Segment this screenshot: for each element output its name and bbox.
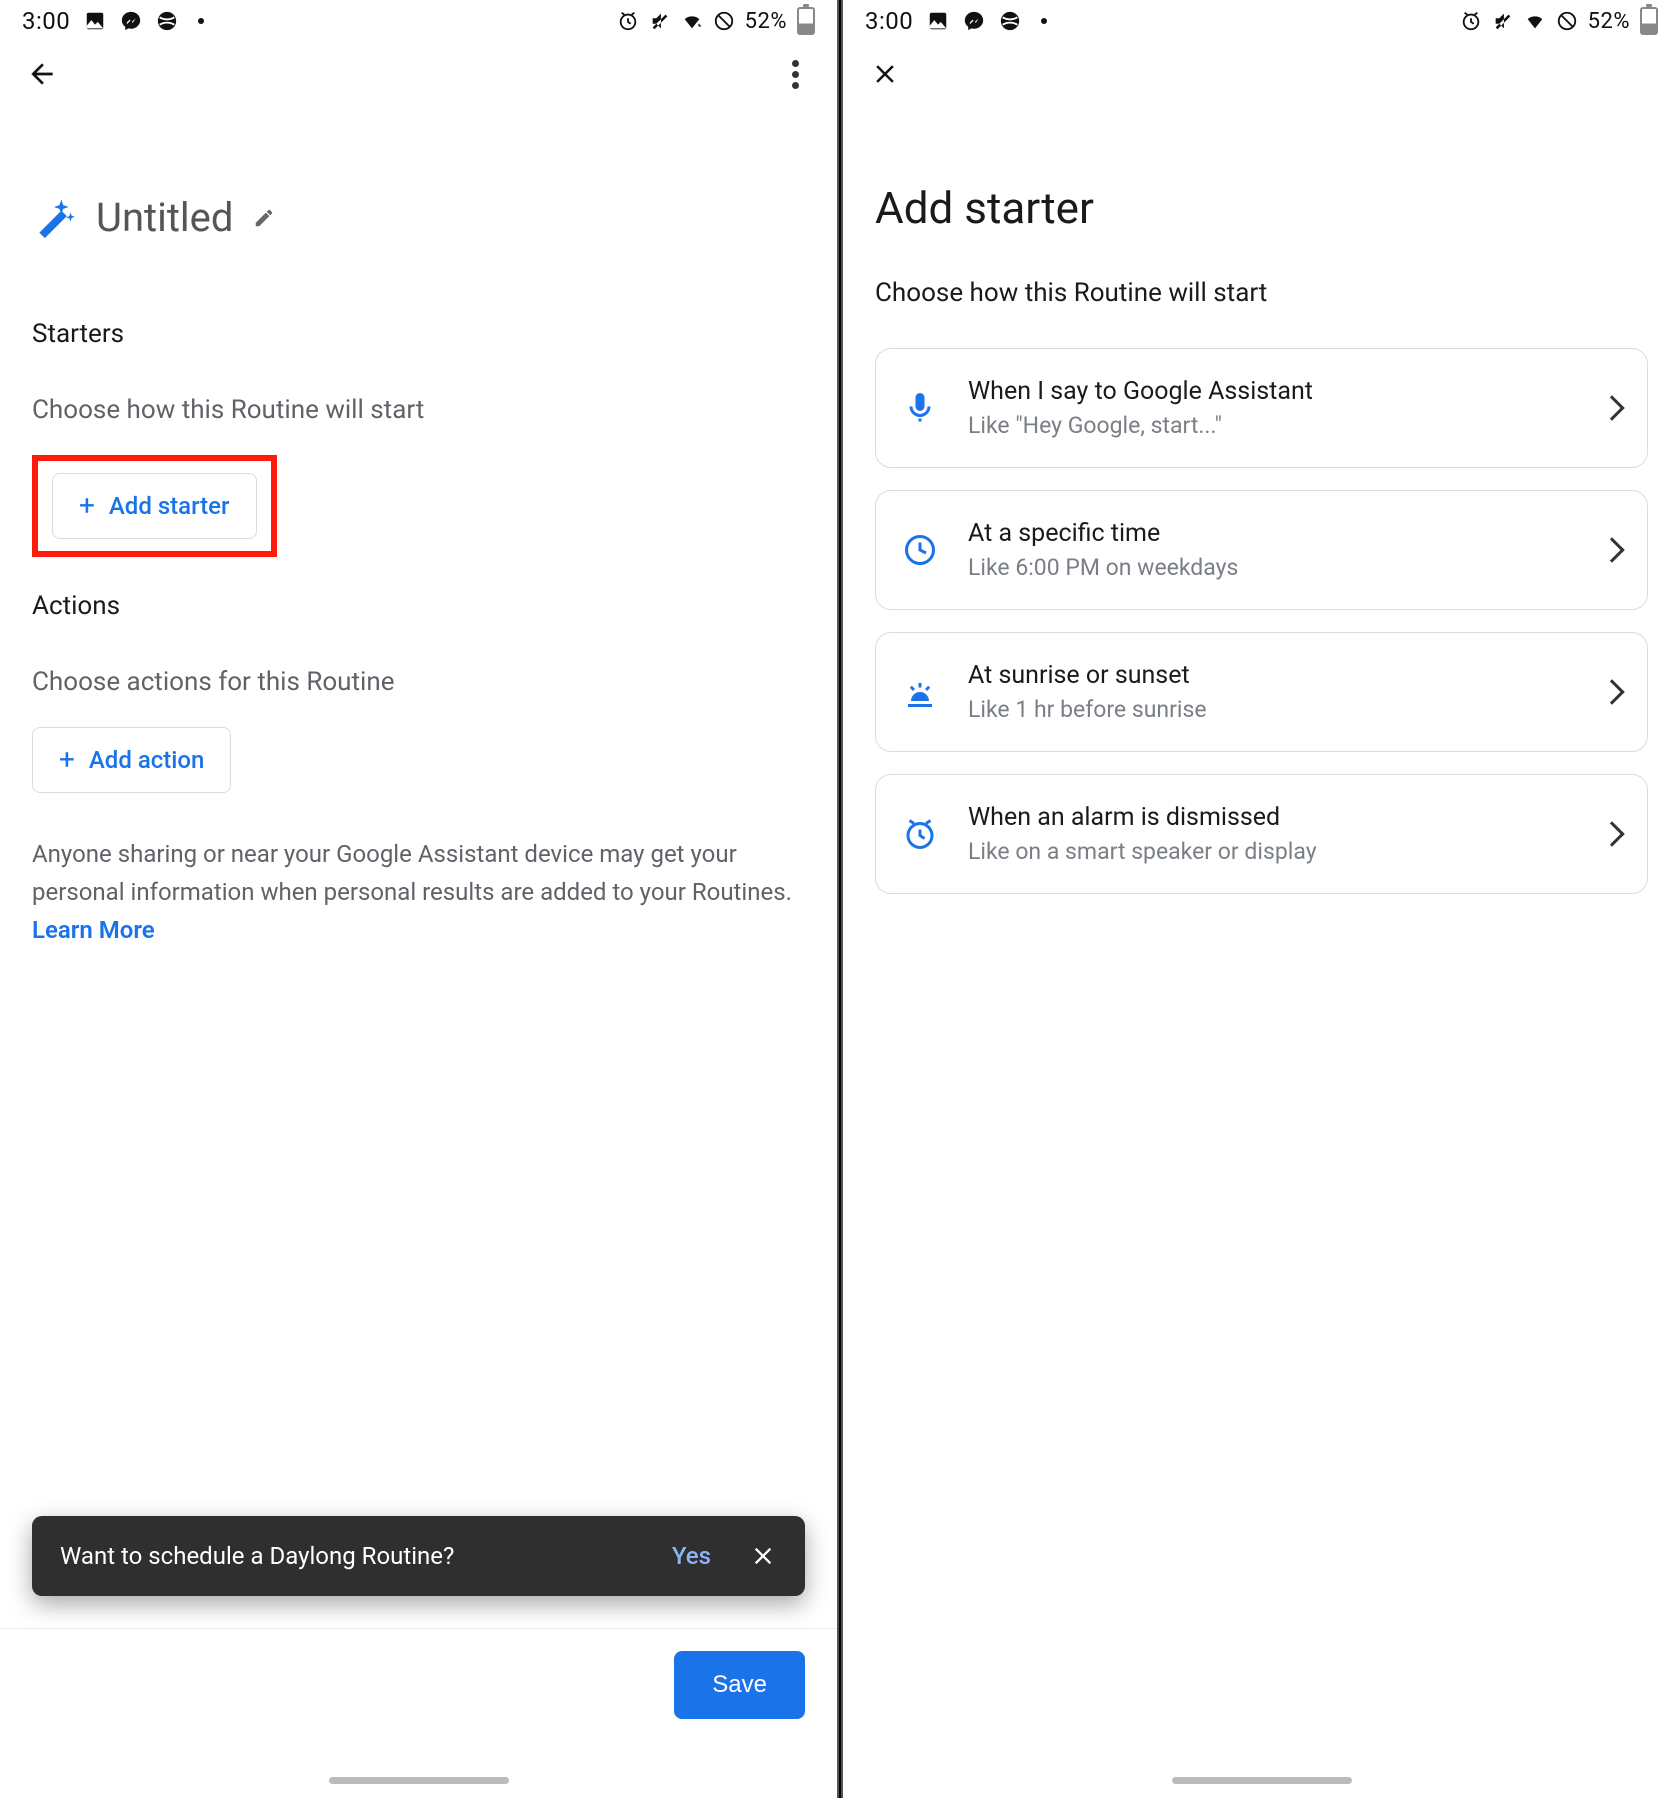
alarm-clock-icon xyxy=(902,816,938,852)
add-action-label: Add action xyxy=(89,746,204,774)
chevron-right-icon xyxy=(1599,679,1624,704)
dnd-icon xyxy=(713,10,735,32)
battery-icon xyxy=(797,7,815,35)
starter-option-voice[interactable]: When I say to Google Assistant Like "Hey… xyxy=(875,348,1648,468)
clock-icon xyxy=(902,532,938,568)
sport-icon xyxy=(156,10,178,32)
clock-text: 3:00 xyxy=(22,7,70,35)
annotation-highlight: + Add starter xyxy=(32,455,277,557)
phone-left: 3:00 52% Untitled Starters Ch xyxy=(0,0,837,1798)
mic-icon xyxy=(902,390,938,426)
snackbar-yes-button[interactable]: Yes xyxy=(672,1542,711,1570)
gallery-icon xyxy=(84,10,106,32)
routine-title: Untitled xyxy=(96,194,233,241)
option-title: When I say to Google Assistant xyxy=(968,377,1603,406)
add-action-button[interactable]: + Add action xyxy=(32,727,231,793)
chevron-right-icon xyxy=(1599,537,1624,562)
messenger-icon xyxy=(120,10,142,32)
add-starter-button[interactable]: + Add starter xyxy=(52,473,257,539)
more-dot-icon xyxy=(198,18,204,24)
option-subtitle: Like on a smart speaker or display xyxy=(968,838,1603,865)
starter-option-time[interactable]: At a specific time Like 6:00 PM on weekd… xyxy=(875,490,1648,610)
wifi-icon xyxy=(681,10,703,32)
option-title: At a specific time xyxy=(968,519,1603,548)
clock-text: 3:00 xyxy=(865,7,913,35)
footer-bar: Save xyxy=(0,1628,837,1798)
page-subtitle: Choose how this Routine will start xyxy=(875,278,1648,308)
routine-title-row[interactable]: Untitled xyxy=(32,194,805,241)
info-text: Anyone sharing or near your Google Assis… xyxy=(32,835,805,949)
chevron-right-icon xyxy=(1599,395,1624,420)
battery-text: 52% xyxy=(745,9,787,34)
dnd-icon xyxy=(1556,10,1578,32)
edit-icon[interactable] xyxy=(253,207,275,229)
status-bar: 3:00 52% xyxy=(0,0,837,42)
snackbar-close-button[interactable] xyxy=(749,1542,777,1570)
gallery-icon xyxy=(927,10,949,32)
alarm-icon xyxy=(617,10,639,32)
sport-icon xyxy=(999,10,1021,32)
phone-right: 3:00 52% Add starter Choose how this Rou… xyxy=(843,0,1680,1798)
starters-heading: Starters xyxy=(32,319,805,349)
status-bar: 3:00 52% xyxy=(843,0,1680,42)
option-subtitle: Like 1 hr before sunrise xyxy=(968,696,1603,723)
battery-text: 52% xyxy=(1588,9,1630,34)
option-subtitle: Like 6:00 PM on weekdays xyxy=(968,554,1603,581)
app-bar xyxy=(843,42,1680,106)
option-title: At sunrise or sunset xyxy=(968,661,1603,690)
mute-vibrate-icon xyxy=(649,10,671,32)
mute-vibrate-icon xyxy=(1492,10,1514,32)
snackbar: Want to schedule a Daylong Routine? Yes xyxy=(32,1516,805,1596)
option-title: When an alarm is dismissed xyxy=(968,803,1603,832)
wifi-icon xyxy=(1524,10,1546,32)
gesture-handle xyxy=(1172,1777,1352,1784)
messenger-icon xyxy=(963,10,985,32)
app-bar xyxy=(0,42,837,106)
starter-option-sunrise[interactable]: At sunrise or sunset Like 1 hr before su… xyxy=(875,632,1648,752)
snackbar-text: Want to schedule a Daylong Routine? xyxy=(60,1542,672,1570)
back-button[interactable] xyxy=(22,54,62,94)
close-button[interactable] xyxy=(865,54,905,94)
page-title: Add starter xyxy=(875,182,1648,234)
sunrise-icon xyxy=(902,674,938,710)
overflow-menu-button[interactable] xyxy=(775,54,815,94)
save-button[interactable]: Save xyxy=(674,1651,805,1719)
starter-option-alarm[interactable]: When an alarm is dismissed Like on a sma… xyxy=(875,774,1648,894)
learn-more-link[interactable]: Learn More xyxy=(32,916,155,944)
alarm-icon xyxy=(1460,10,1482,32)
actions-subtitle: Choose actions for this Routine xyxy=(32,667,805,697)
chevron-right-icon xyxy=(1599,821,1624,846)
starters-subtitle: Choose how this Routine will start xyxy=(32,395,805,425)
actions-heading: Actions xyxy=(32,591,805,621)
option-subtitle: Like "Hey Google, start..." xyxy=(968,412,1603,439)
wand-icon xyxy=(32,196,76,240)
more-dot-icon xyxy=(1041,18,1047,24)
gesture-handle xyxy=(329,1777,509,1784)
add-starter-label: Add starter xyxy=(109,492,230,520)
battery-icon xyxy=(1640,7,1658,35)
